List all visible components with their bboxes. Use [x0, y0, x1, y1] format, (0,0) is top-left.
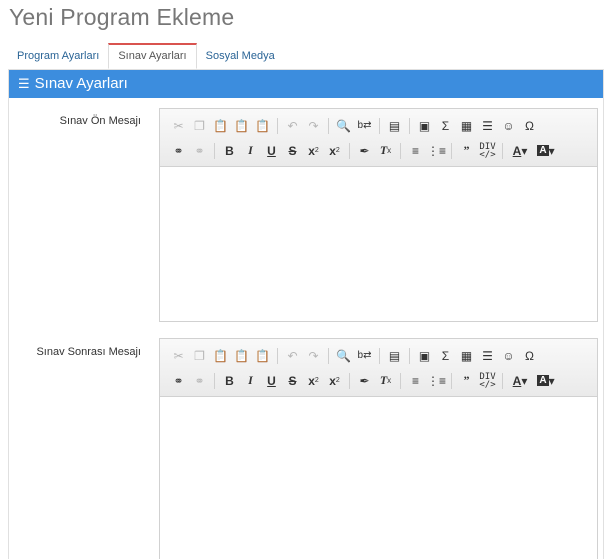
- post-message-content[interactable]: [160, 397, 597, 559]
- table-icon[interactable]: ▦: [456, 346, 477, 366]
- redo-icon[interactable]: ↷: [303, 346, 324, 366]
- table-icon[interactable]: ▦: [456, 116, 477, 136]
- unlink-icon[interactable]: ⚭: [189, 371, 210, 391]
- subscript-icon[interactable]: x2: [303, 141, 324, 161]
- format-icon[interactable]: ▤: [384, 346, 405, 366]
- source-icon[interactable]: DIV </>: [477, 371, 498, 391]
- unlink-icon[interactable]: ⚭: [189, 141, 210, 161]
- page-title: Yeni Program Ekleme: [9, 4, 235, 30]
- paste-text-icon[interactable]: 📋: [231, 116, 252, 136]
- copy-format-icon[interactable]: ✒: [354, 141, 375, 161]
- redo-icon[interactable]: ↷: [303, 116, 324, 136]
- format-icon[interactable]: ▤: [384, 116, 405, 136]
- remove-format-icon[interactable]: Tx: [375, 141, 396, 161]
- link-icon[interactable]: ⚭: [168, 371, 189, 391]
- bold-icon[interactable]: B: [219, 371, 240, 391]
- text-color-icon[interactable]: A ▾: [507, 371, 533, 391]
- bg-color-icon[interactable]: A ▾: [533, 371, 559, 391]
- horizontal-rule-icon[interactable]: ☰: [477, 116, 498, 136]
- settings-panel: ☰ Sınav Ayarları Sınav Ön Mesajı ✂ ❐ 📋 📋 …: [8, 69, 604, 559]
- text-color-icon[interactable]: A ▾: [507, 141, 533, 161]
- image-icon[interactable]: ▣: [414, 346, 435, 366]
- menu-icon: ☰: [18, 76, 30, 91]
- editor-toolbar: ✂ ❐ 📋 📋 📋 ↶ ↷ 🔍 b⇄ ▤ ▣ Σ ▦ ☰ ☺ Ω ⚭ ⚭ B I…: [160, 109, 597, 167]
- post-message-editor: ✂ ❐ 📋 📋 📋 ↶ ↷ 🔍 b⇄ ▤ ▣ Σ ▦ ☰ ☺ Ω ⚭ ⚭ B I…: [159, 338, 598, 559]
- copy-format-icon[interactable]: ✒: [354, 371, 375, 391]
- pre-message-label: Sınav Ön Mesajı: [59, 115, 141, 127]
- editor-toolbar: ✂ ❐ 📋 📋 📋 ↶ ↷ 🔍 b⇄ ▤ ▣ Σ ▦ ☰ ☺ Ω ⚭ ⚭ B I…: [160, 339, 597, 397]
- copy-icon[interactable]: ❐: [189, 116, 210, 136]
- bulleted-list-icon[interactable]: ⋮≡: [426, 141, 447, 161]
- bg-color-icon[interactable]: A ▾: [533, 141, 559, 161]
- smiley-icon[interactable]: ☺: [498, 116, 519, 136]
- replace-icon[interactable]: b⇄: [354, 346, 375, 366]
- superscript-icon[interactable]: x2: [324, 371, 345, 391]
- tab-program-ayarlari[interactable]: Program Ayarları: [8, 43, 108, 69]
- pre-message-content[interactable]: [160, 167, 597, 321]
- copy-icon[interactable]: ❐: [189, 346, 210, 366]
- superscript-icon[interactable]: x2: [324, 141, 345, 161]
- subscript-icon[interactable]: x2: [303, 371, 324, 391]
- post-message-label: Sınav Sonrası Mesajı: [36, 346, 141, 358]
- find-icon[interactable]: 🔍: [333, 116, 354, 136]
- blockquote-icon[interactable]: ”: [456, 141, 477, 161]
- panel-title: Sınav Ayarları: [34, 75, 128, 92]
- smiley-icon[interactable]: ☺: [498, 346, 519, 366]
- underline-icon[interactable]: U: [261, 371, 282, 391]
- blockquote-icon[interactable]: ”: [456, 371, 477, 391]
- tab-sinav-ayarlari[interactable]: Sınav Ayarları: [108, 43, 197, 69]
- replace-icon[interactable]: b⇄: [354, 116, 375, 136]
- paste-word-icon[interactable]: 📋: [252, 346, 273, 366]
- image-icon[interactable]: ▣: [414, 116, 435, 136]
- source-icon[interactable]: DIV </>: [477, 141, 498, 161]
- pre-message-editor: ✂ ❐ 📋 📋 📋 ↶ ↷ 🔍 b⇄ ▤ ▣ Σ ▦ ☰ ☺ Ω ⚭ ⚭ B I…: [159, 108, 598, 322]
- numbered-list-icon[interactable]: ≡: [405, 141, 426, 161]
- italic-icon[interactable]: I: [240, 141, 261, 161]
- undo-icon[interactable]: ↶: [282, 116, 303, 136]
- strike-icon[interactable]: S: [282, 371, 303, 391]
- horizontal-rule-icon[interactable]: ☰: [477, 346, 498, 366]
- numbered-list-icon[interactable]: ≡: [405, 371, 426, 391]
- underline-icon[interactable]: U: [261, 141, 282, 161]
- math-icon[interactable]: Σ: [435, 346, 456, 366]
- paste-word-icon[interactable]: 📋: [252, 116, 273, 136]
- paste-text-icon[interactable]: 📋: [231, 346, 252, 366]
- bold-icon[interactable]: B: [219, 141, 240, 161]
- link-icon[interactable]: ⚭: [168, 141, 189, 161]
- bulleted-list-icon[interactable]: ⋮≡: [426, 371, 447, 391]
- remove-format-icon[interactable]: Tx: [375, 371, 396, 391]
- cut-icon[interactable]: ✂: [168, 346, 189, 366]
- panel-header: ☰ Sınav Ayarları: [9, 70, 603, 98]
- paste-icon[interactable]: 📋: [210, 116, 231, 136]
- italic-icon[interactable]: I: [240, 371, 261, 391]
- cut-icon[interactable]: ✂: [168, 116, 189, 136]
- undo-icon[interactable]: ↶: [282, 346, 303, 366]
- special-char-icon[interactable]: Ω: [519, 116, 540, 136]
- strike-icon[interactable]: S: [282, 141, 303, 161]
- math-icon[interactable]: Σ: [435, 116, 456, 136]
- paste-icon[interactable]: 📋: [210, 346, 231, 366]
- tab-bar: Program Ayarları Sınav Ayarları Sosyal M…: [8, 43, 284, 69]
- find-icon[interactable]: 🔍: [333, 346, 354, 366]
- tab-sosyal-medya[interactable]: Sosyal Medya: [197, 43, 284, 69]
- special-char-icon[interactable]: Ω: [519, 346, 540, 366]
